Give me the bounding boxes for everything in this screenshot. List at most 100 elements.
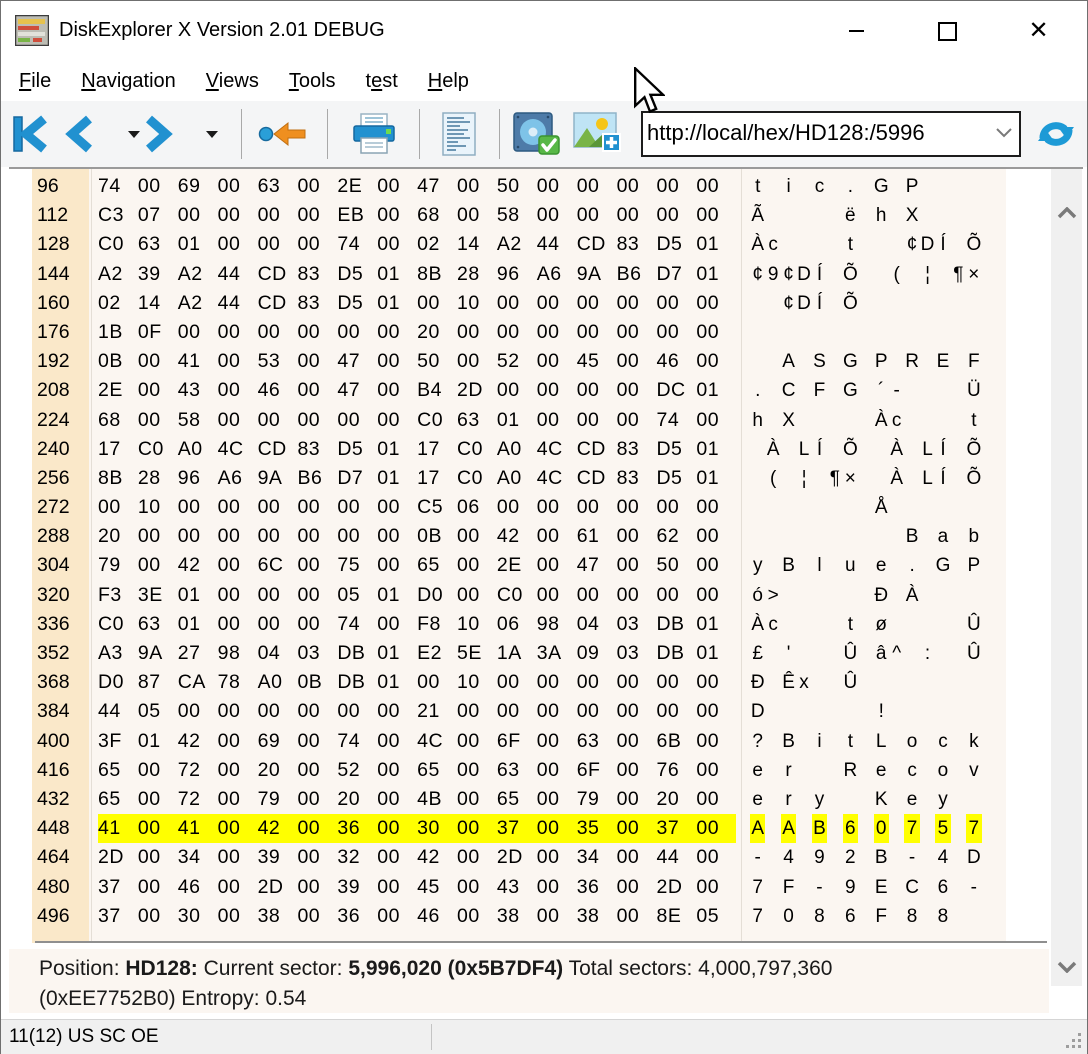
- row-bytes: 0214A244CD83D5010010000000000000: [98, 289, 736, 318]
- row-ascii: A A B 6 0 7 5 7: [750, 814, 997, 843]
- forward-dropdown-icon: [206, 131, 218, 138]
- hex-view[interactable]: 967400690063002E004700500000000000t i c …: [9, 167, 1083, 943]
- hex-row[interactable]: 43265007200790020004B00650079002000e r y…: [9, 785, 1083, 814]
- row-ascii: Àc t ¢DÍ Õ: [750, 230, 997, 259]
- row-offset: 352: [37, 639, 70, 668]
- menu-item-tools[interactable]: Tools: [289, 70, 336, 93]
- row-ascii: ¢9¢DÍ Õ ( ¦ ¶×: [750, 260, 997, 289]
- goto-icon: [258, 121, 308, 147]
- row-ascii: 7 F - 9 E C 6 -: [750, 873, 997, 902]
- hex-row[interactable]: 24017C0A04CCD83D50117C0A04CCD83D501 À LÍ…: [9, 435, 1083, 464]
- row-ascii: ó> Ð À: [750, 581, 997, 610]
- minimize-icon: [849, 30, 864, 32]
- chevron-up-icon: [1057, 207, 1077, 219]
- row-bytes: 6800580000000000C063010000007400: [98, 406, 736, 435]
- maximize-icon: [938, 22, 957, 41]
- refresh-button[interactable]: [1031, 111, 1081, 157]
- scroll-up-button[interactable]: [1051, 197, 1082, 229]
- maximize-button[interactable]: [924, 9, 971, 53]
- hex-row[interactable]: 336C063010000007400F81006980403DB01Àc t …: [9, 610, 1083, 639]
- row-offset: 240: [37, 435, 70, 464]
- row-ascii: y B l u e . G P: [750, 551, 997, 580]
- verify-disk-button[interactable]: [509, 109, 565, 159]
- print-button[interactable]: [343, 109, 405, 159]
- menu-item-navigation[interactable]: Navigation: [81, 70, 176, 93]
- row-offset: 96: [37, 172, 59, 201]
- first-icon: [11, 114, 51, 154]
- row-offset: 256: [37, 464, 70, 493]
- row-bytes: 44050000000000002100000000000000: [98, 697, 736, 726]
- hex-row[interactable]: 44841004100420036003000370035003700A A B…: [9, 814, 1083, 843]
- report-icon: [442, 112, 476, 156]
- row-offset: 112: [37, 201, 68, 230]
- row-ascii: À LÍ Õ À LÍ Õ: [750, 435, 997, 464]
- close-button[interactable]: ✕: [1015, 9, 1062, 53]
- report-button[interactable]: [433, 109, 485, 159]
- hex-row[interactable]: 1600214A244CD83D5010010000000000000 ¢DÍ …: [9, 289, 1083, 318]
- app-icon: [15, 15, 49, 46]
- hex-row[interactable]: 4642D0034003900320042002D0034004400- 4 9…: [9, 843, 1083, 872]
- hex-row[interactable]: 4003F014200690074004C006F0063006B00? B i…: [9, 727, 1083, 756]
- minimize-button[interactable]: [833, 9, 880, 53]
- row-offset: 208: [37, 376, 70, 405]
- close-icon: ✕: [1028, 21, 1048, 41]
- row-offset: 336: [37, 610, 70, 639]
- hex-row[interactable]: 2568B2896A69AB6D70117C0A04CCD83D501 ( ¦ …: [9, 464, 1083, 493]
- menu-item-help[interactable]: Help: [428, 70, 469, 93]
- menu-item-test[interactable]: test: [366, 70, 398, 93]
- row-offset: 304: [37, 551, 70, 580]
- hex-row[interactable]: 320F33E010000000501D000C00000000000ó> Ð …: [9, 581, 1083, 610]
- hex-rows: 967400690063002E004700500000000000t i c …: [9, 172, 1083, 931]
- row-offset: 192: [37, 347, 70, 376]
- hex-row[interactable]: 2246800580000000000C063010000007400h X À…: [9, 406, 1083, 435]
- row-offset: 480: [37, 873, 70, 902]
- back-button[interactable]: [59, 109, 101, 159]
- row-offset: 320: [37, 581, 70, 610]
- hex-row[interactable]: 2720010000000000000C506000000000000 Å: [9, 493, 1083, 522]
- hex-row[interactable]: 112C30700000000EB006800580000000000Ã ë h…: [9, 201, 1083, 230]
- row-bytes: 65007200790020004B00650079002000: [98, 785, 736, 814]
- goto-offset-button[interactable]: [255, 109, 311, 159]
- title-bar: DiskExplorer X Version 2.01 DEBUG ✕: [1, 1, 1087, 61]
- address-bar: [641, 111, 1021, 157]
- hex-row[interactable]: 128C0630100000074000214A244CD83D501Àc t …: [9, 230, 1083, 259]
- row-ascii: e r y K e y: [750, 785, 997, 814]
- forward-history-dropdown[interactable]: [199, 109, 225, 159]
- hex-row[interactable]: 368D087CA78A00BDB010010000000000000Ð Êx …: [9, 668, 1083, 697]
- row-bytes: C0630100000074000214A244CD83D501: [98, 230, 736, 259]
- hex-row[interactable]: 304 790042006C00750065002E0047005000 y B l…: [9, 551, 1083, 580]
- keyboard-status: 11(12) US SC OE: [9, 1026, 159, 1048]
- hex-row[interactable]: 352A39A27980403DB01E25E1A3A0903DB01£ ' Û…: [9, 639, 1083, 668]
- hex-row[interactable]: 4166500720020005200650063006F007600e r R…: [9, 756, 1083, 785]
- hex-row[interactable]: 28820000000000000000B00420061006200 B a …: [9, 522, 1083, 551]
- hex-row[interactable]: 1920B004100530047005000520045004600 A S …: [9, 347, 1083, 376]
- address-dropdown-icon[interactable]: [995, 127, 1013, 138]
- hex-row[interactable]: 2082E00430046004700B42D00000000DC01. C F…: [9, 376, 1083, 405]
- hex-row[interactable]: 967400690063002E004700500000000000t i c …: [9, 172, 1083, 201]
- address-input[interactable]: [647, 114, 977, 152]
- go-first-button[interactable]: [9, 109, 53, 159]
- vertical-scrollbar[interactable]: [1051, 169, 1082, 986]
- menu-item-file[interactable]: File: [19, 70, 51, 93]
- hex-row[interactable]: 144A239A244CD83D5018B2896A69AB6D701¢9¢DÍ…: [9, 260, 1083, 289]
- refresh-icon: [1034, 114, 1078, 154]
- row-bytes: 790042006C00750065002E0047005000: [98, 551, 736, 580]
- row-bytes: 2E00430046004700B42D00000000DC01: [98, 376, 736, 405]
- image-add-icon: [573, 112, 621, 156]
- toolbar-separator: [419, 109, 420, 159]
- hex-row[interactable]: 1761B0F0000000000002000000000000000: [9, 318, 1083, 347]
- hex-row[interactable]: 38444050000000000002100000000000000D !: [9, 697, 1083, 726]
- status-bar: 11(12) US SC OE: [1, 1019, 1087, 1054]
- save-image-button[interactable]: [569, 109, 625, 159]
- menu-item-views[interactable]: Views: [206, 70, 259, 93]
- row-ascii: D !: [750, 697, 997, 726]
- resize-grip-icon[interactable]: [1065, 1032, 1083, 1050]
- hex-row[interactable]: 480370046002D0039004500430036002D007 F -…: [9, 873, 1083, 902]
- toolbar-separator: [499, 109, 500, 159]
- scroll-down-button[interactable]: [1051, 951, 1082, 983]
- forward-button[interactable]: [137, 109, 179, 159]
- hex-row[interactable]: 49637003000380036004600380038008E057 0 8…: [9, 902, 1083, 931]
- row-offset: 496: [37, 902, 70, 931]
- row-ascii: h X Àc t: [750, 406, 997, 435]
- toolbar-separator: [241, 109, 242, 159]
